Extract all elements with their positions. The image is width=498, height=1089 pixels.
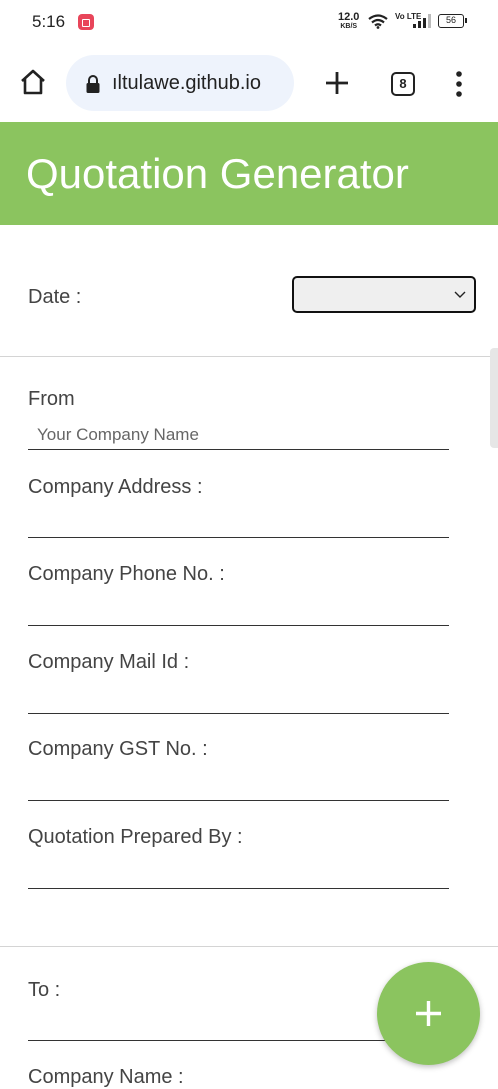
home-icon[interactable] <box>19 68 47 96</box>
company-address-label: Company Address : <box>28 476 203 498</box>
page-header: Quotation Generator <box>0 122 498 225</box>
signal-icon <box>413 14 431 28</box>
status-time: 5:16 <box>32 12 66 31</box>
scrollbar-handle[interactable] <box>490 348 498 448</box>
status-bar: 5:16 12.0 KB/S Vo LTE 56 <box>0 0 498 44</box>
wifi-icon <box>368 14 388 29</box>
more-menu-icon[interactable] <box>455 71 463 97</box>
section-divider <box>0 356 498 357</box>
lock-icon <box>86 75 100 93</box>
battery-icon: 56 <box>438 14 467 28</box>
prepared-by-input[interactable] <box>28 859 449 889</box>
new-tab-icon[interactable] <box>324 70 350 96</box>
screen-record-icon <box>78 14 94 30</box>
prepared-by-label: Quotation Prepared By : <box>28 826 243 848</box>
company-gst-label: Company GST No. : <box>28 738 208 760</box>
page-title: Quotation Generator <box>26 150 409 197</box>
add-fab-button[interactable] <box>377 962 480 1065</box>
section-divider <box>0 946 498 947</box>
company-phone-input[interactable] <box>28 596 449 626</box>
network-speed: 12.0 KB/S <box>338 12 359 32</box>
date-label: Date : <box>28 286 82 308</box>
browser-toolbar: ıltulawe.github.io 8 <box>0 44 498 122</box>
company-address-input[interactable] <box>28 508 449 538</box>
company-phone-label: Company Phone No. : <box>28 563 225 585</box>
to-company-name-label: Company Name : <box>28 1066 184 1088</box>
address-bar[interactable]: ıltulawe.github.io <box>66 55 294 111</box>
url-text: ıltulawe.github.io <box>112 72 261 94</box>
chevron-down-icon <box>454 291 466 298</box>
speed-unit: KB/S <box>340 23 358 30</box>
company-gst-input[interactable] <box>28 771 449 801</box>
plus-icon <box>416 1001 441 1026</box>
date-select[interactable] <box>292 276 476 313</box>
to-heading: To : <box>28 979 61 1001</box>
company-name-input[interactable] <box>28 420 449 450</box>
from-heading: From <box>28 388 75 410</box>
tab-switcher-button[interactable]: 8 <box>391 72 415 96</box>
company-mail-label: Company Mail Id : <box>28 651 190 673</box>
company-mail-input[interactable] <box>28 684 449 714</box>
